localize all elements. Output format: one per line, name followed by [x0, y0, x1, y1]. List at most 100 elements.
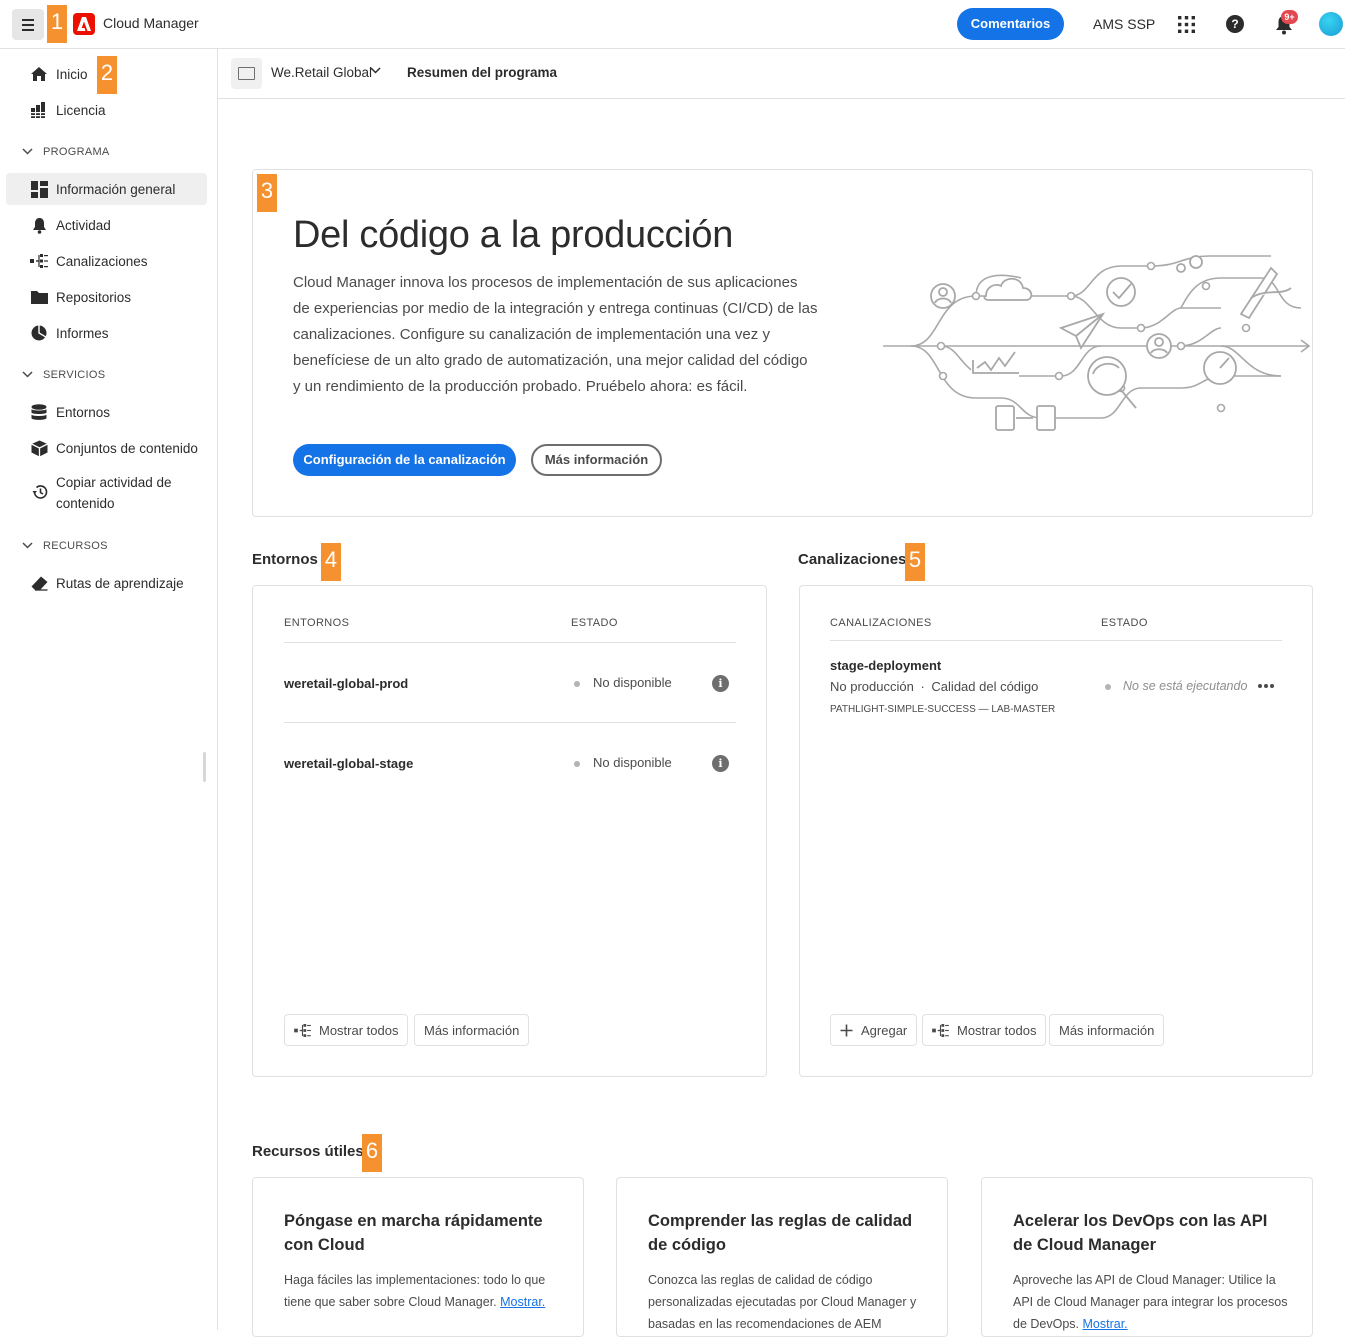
column-header-environments: ENTORNOS — [284, 617, 350, 629]
sidebar-item-entornos[interactable]: Entornos — [6, 396, 207, 428]
environments-more-info-button[interactable]: Más información — [414, 1014, 530, 1046]
resource-text: Haga fáciles las implementaciones: todo … — [284, 1269, 564, 1313]
section-programa[interactable]: PROGRAMA — [22, 146, 110, 158]
eraser-icon — [30, 574, 48, 592]
sidebar-item-label: Copiar actividad de contenido — [56, 475, 172, 511]
sidebar-item-label: Rutas de aprendizaje — [56, 575, 184, 591]
resource-card[interactable]: Acelerar los DevOps con las API de Cloud… — [981, 1177, 1313, 1337]
top-bar: 1 Cloud Manager Comentarios AMS SSP ? 9+ — [0, 0, 1345, 49]
pipelines-more-info-button[interactable]: Más información — [1049, 1014, 1165, 1046]
section-title: SERVICIOS — [43, 369, 106, 381]
app-title[interactable]: Cloud Manager — [103, 15, 199, 31]
callout-6: 6 — [362, 1134, 382, 1172]
status-dot — [574, 681, 580, 687]
feedback-button[interactable]: Comentarios — [957, 8, 1064, 40]
pipeline-icon — [932, 1023, 949, 1037]
resource-link[interactable]: Mostrar. — [1083, 1317, 1128, 1331]
section-title: RECURSOS — [43, 540, 108, 552]
resource-text: Aproveche las API de Cloud Manager: Util… — [1013, 1269, 1293, 1335]
menu-icon[interactable] — [12, 9, 44, 40]
sidebar-item-label: Conjuntos de contenido — [56, 440, 198, 456]
environments-heading: Entornos — [252, 551, 318, 568]
sidebar-item-label: Informes — [56, 325, 109, 341]
sidebar-item-licencia[interactable]: Licencia — [6, 94, 207, 126]
hero-card: 3 Del código a la producción Cloud Manag… — [252, 169, 1313, 517]
chevron-down-icon — [22, 147, 34, 158]
box-icon — [30, 439, 48, 457]
sidebar-resize-handle[interactable] — [203, 752, 206, 782]
add-icon — [840, 1024, 853, 1037]
button-label: Más información — [424, 1022, 520, 1038]
resource-title: Póngase en marcha rápidamente con Cloud — [284, 1212, 543, 1254]
sidebar: Inicio 2 Licencia PROGRAMA Información g… — [0, 49, 218, 1330]
sidebar-item-canalizaciones[interactable]: Canalizaciones — [6, 245, 207, 277]
environment-name[interactable]: weretail-global-prod — [284, 676, 408, 691]
callout-2: 2 — [97, 56, 117, 94]
help-icon[interactable]: ? — [1226, 15, 1244, 33]
sidebar-item-conjuntos-de-contenido[interactable]: Conjuntos de contenido — [6, 432, 207, 464]
callout-3: 3 — [257, 174, 277, 212]
resource-description: Aproveche las API de Cloud Manager: Util… — [1013, 1273, 1288, 1331]
resource-link[interactable]: Mostrar. — [500, 1295, 545, 1309]
environment-status: No disponible — [593, 755, 672, 770]
sidebar-item-label: Inicio — [56, 66, 88, 82]
sidebar-item-informacion-general[interactable]: Información general — [6, 173, 207, 205]
environment-name[interactable]: weretail-global-stage — [284, 756, 413, 771]
info-icon[interactable]: i — [712, 675, 729, 692]
section-recursos[interactable]: RECURSOS — [22, 540, 108, 552]
resource-text: Conozca las reglas de calidad de código … — [648, 1269, 928, 1335]
pipeline-icon — [30, 252, 48, 270]
apps-grid-icon[interactable] — [1178, 16, 1195, 33]
avatar[interactable] — [1319, 12, 1343, 36]
sidebar-item-label: Entornos — [56, 404, 111, 420]
button-label: Mostrar todos — [957, 1022, 1037, 1038]
divider — [830, 640, 1282, 641]
environments-card: ENTORNOS ESTADO weretail-global-prod No … — [252, 585, 767, 1077]
sidebar-item-label: Licencia — [56, 102, 106, 118]
program-icon — [231, 58, 262, 89]
callout-1: 1 — [47, 5, 67, 43]
setup-pipeline-button[interactable]: Configuración de la canalización — [293, 444, 516, 476]
sidebar-item-actividad[interactable]: Actividad — [6, 209, 207, 241]
pipeline-icon — [294, 1023, 311, 1037]
resources-heading: Recursos útiles — [252, 1143, 364, 1160]
pipeline-name[interactable]: stage-deployment — [830, 658, 941, 673]
show-all-pipelines-button[interactable]: Mostrar todos — [922, 1014, 1047, 1046]
org-switcher[interactable]: AMS SSP — [1093, 16, 1155, 32]
column-header-status: ESTADO — [571, 617, 618, 629]
status-dot — [574, 761, 580, 767]
callout-5: 5 — [905, 543, 925, 581]
adobe-logo[interactable] — [73, 13, 95, 35]
sidebar-item-label: Repositorios — [56, 289, 132, 305]
sidebar-item-label: Actividad — [56, 217, 111, 233]
column-header-pipelines: CANALIZACIONES — [830, 617, 932, 629]
status-dot — [1105, 684, 1111, 690]
sidebar-item-copiar-actividad[interactable]: Copiar actividad de contenido — [6, 468, 207, 516]
program-switcher[interactable]: We.Retail Global — [271, 65, 372, 80]
pipelines-card: CANALIZACIONES ESTADO stage-deployment N… — [799, 585, 1313, 1077]
pipeline-meta: PATHLIGHT-SIMPLE-SUCCESS — LAB-MASTER — [830, 704, 1056, 715]
resource-title: Acelerar los DevOps con las API de Cloud… — [1013, 1212, 1268, 1254]
sidebar-item-informes[interactable]: Informes — [6, 317, 207, 349]
pie-chart-icon — [30, 324, 48, 342]
environment-status: No disponible — [593, 675, 672, 690]
bell-icon — [30, 216, 48, 234]
learn-more-button[interactable]: Más información — [531, 444, 662, 476]
resource-card[interactable]: Póngase en marcha rápidamente con Cloud … — [252, 1177, 584, 1337]
license-icon — [30, 101, 48, 119]
sidebar-item-rutas-de-aprendizaje[interactable]: Rutas de aprendizaje — [6, 567, 207, 599]
chevron-down-icon — [22, 541, 34, 552]
sidebar-item-repositorios[interactable]: Repositorios — [6, 281, 207, 313]
resource-card[interactable]: Comprender las reglas de calidad de códi… — [616, 1177, 948, 1337]
database-icon — [30, 403, 48, 421]
folder-icon — [30, 288, 48, 306]
resource-title: Comprender las reglas de calidad de códi… — [648, 1212, 913, 1254]
section-servicios[interactable]: SERVICIOS — [22, 369, 105, 381]
hero-text: Cloud Manager innova los procesos de imp… — [293, 274, 818, 395]
show-all-environments-button[interactable]: Mostrar todos — [284, 1014, 409, 1046]
add-pipeline-button[interactable]: Agregar — [830, 1014, 918, 1046]
more-actions-icon[interactable] — [1257, 676, 1275, 694]
info-icon[interactable]: i — [712, 755, 729, 772]
button-label: Agregar — [861, 1022, 908, 1038]
chevron-down-icon[interactable] — [370, 65, 381, 77]
